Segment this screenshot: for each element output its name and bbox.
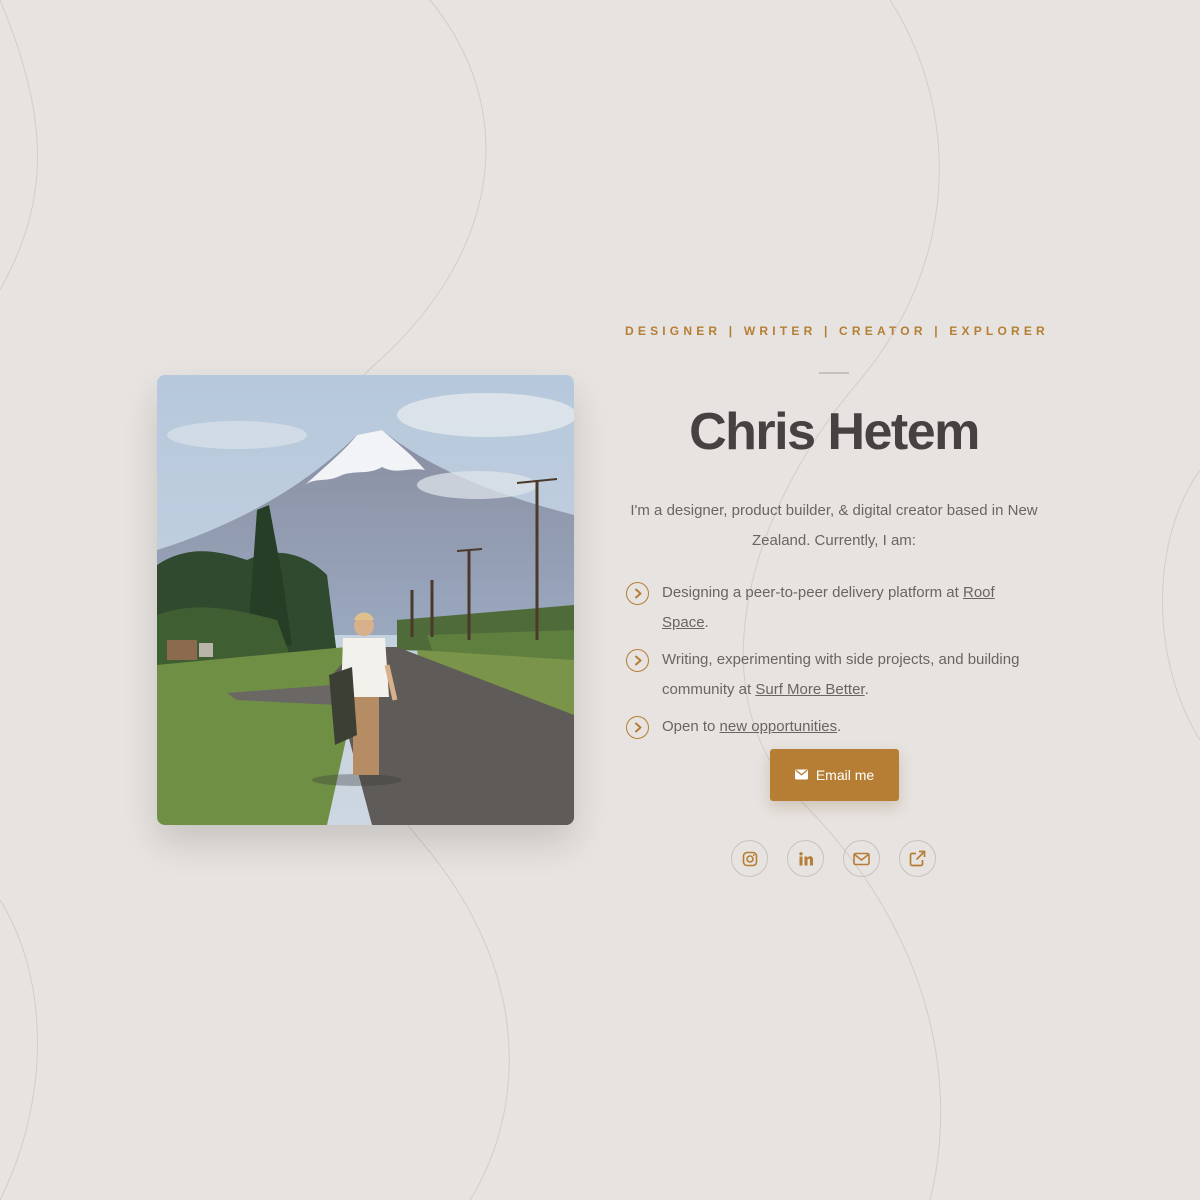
bullet-list: Designing a peer-to-peer delivery platfo… xyxy=(625,578,1043,749)
chevron-right-icon xyxy=(626,716,649,739)
profile-page: DESIGNER | WRITER | CREATOR | EXPLORER C… xyxy=(0,0,1200,1200)
envelope-icon xyxy=(794,767,808,783)
linkedin-button[interactable] xyxy=(787,840,824,877)
divider xyxy=(819,372,849,374)
chevron-right-icon xyxy=(626,582,649,605)
tagline: DESIGNER | WRITER | CREATOR | EXPLORER xyxy=(625,324,1049,338)
linkedin-icon xyxy=(798,851,813,865)
email-button[interactable] xyxy=(843,840,880,877)
list-item: Open to new opportunities. xyxy=(625,712,1043,742)
list-item: Writing, experimenting with side project… xyxy=(625,645,1043,705)
bullet-end: . xyxy=(704,614,709,631)
intro-column: DESIGNER | WRITER | CREATOR | EXPLORER C… xyxy=(625,0,1049,1200)
bullet-end: . xyxy=(864,681,869,698)
social-links xyxy=(731,840,936,877)
instagram-icon xyxy=(742,851,757,866)
email-me-button[interactable]: Email me xyxy=(770,749,899,801)
external-link-button[interactable] xyxy=(899,840,936,877)
email-me-label: Email me xyxy=(815,767,875,783)
instagram-button[interactable] xyxy=(731,840,768,877)
external-link-icon xyxy=(909,850,926,867)
bullet-end: . xyxy=(837,718,842,735)
profile-photo xyxy=(157,375,574,825)
mail-icon xyxy=(853,852,870,865)
new-opportunities-link[interactable]: new opportunities xyxy=(720,718,838,735)
list-item: Designing a peer-to-peer delivery platfo… xyxy=(625,578,1043,638)
bullet-text: Open to xyxy=(662,718,720,735)
bullet-text: Designing a peer-to-peer delivery platfo… xyxy=(662,584,963,601)
page-title: Chris Hetem xyxy=(689,403,980,461)
surf-more-better-link[interactable]: Surf More Better xyxy=(755,681,864,698)
intro-text: I'm a designer, product builder, & digit… xyxy=(630,502,1038,549)
chevron-right-icon xyxy=(626,649,649,672)
